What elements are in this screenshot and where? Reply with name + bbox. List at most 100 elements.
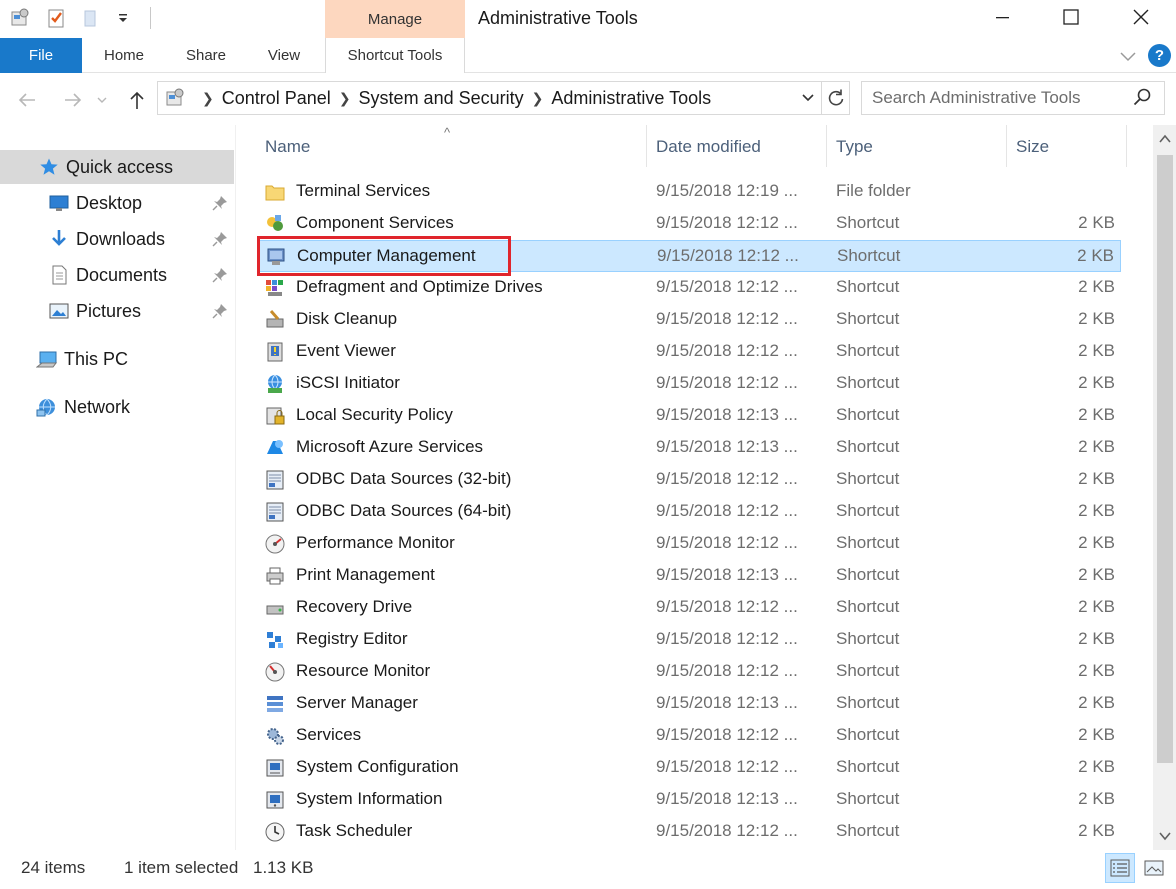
close-button[interactable]	[1118, 0, 1164, 34]
column-divider[interactable]	[646, 125, 647, 167]
desktop-icon	[48, 192, 70, 214]
breadcrumb-chevron-icon[interactable]: ❯	[532, 90, 544, 107]
file-row[interactable]: Resource Monitor 9/15/2018 12:12 ... Short…	[258, 656, 1121, 688]
file-row[interactable]: Microsoft Azure Services 9/15/2018 12:13 …	[258, 432, 1121, 464]
nav-this-pc[interactable]: This PC	[0, 342, 234, 376]
breadcrumb-administrative-tools[interactable]: Administrative Tools	[551, 88, 711, 109]
column-header-date-modified[interactable]: Date modified	[656, 125, 761, 169]
control-panel-icon[interactable]	[8, 6, 32, 30]
file-row[interactable]: Print Management 9/15/2018 12:13 ... Short…	[258, 560, 1121, 592]
tab-share[interactable]: Share	[176, 38, 236, 73]
large-icons-view-button[interactable]	[1139, 853, 1169, 883]
file-row[interactable]: System Information 9/15/2018 12:13 ... Sho…	[258, 784, 1121, 816]
file-date-modified: 9/15/2018 12:12 ...	[656, 373, 798, 392]
system-information-icon	[264, 789, 286, 811]
file-type: Shortcut	[836, 597, 900, 616]
nav-item-pictures[interactable]: Pictures	[0, 294, 234, 328]
tab-file[interactable]: File	[0, 38, 82, 73]
file-date-modified: 9/15/2018 12:12 ...	[656, 597, 798, 616]
properties-icon[interactable]	[44, 6, 68, 30]
column-header-size[interactable]: Size	[1016, 125, 1049, 169]
file-row[interactable]: Terminal Services 9/15/2018 12:19 ... File…	[258, 176, 1121, 208]
pin-icon[interactable]	[212, 231, 228, 247]
scroll-up-arrow-icon[interactable]	[1157, 131, 1173, 147]
file-row[interactable]: Event Viewer 9/15/2018 12:12 ... Shortcut 2…	[258, 336, 1121, 368]
customize-toolbar-chevron-icon[interactable]	[116, 6, 130, 30]
file-name: iSCSI Initiator	[296, 373, 400, 392]
file-type: Shortcut	[836, 373, 900, 392]
vertical-scrollbar[interactable]	[1153, 125, 1176, 850]
breadcrumb-chevron-icon[interactable]: ❯	[339, 90, 351, 107]
address-bar[interactable]: ❯ Control Panel ❯ System and Security ❯ …	[157, 81, 822, 115]
file-row[interactable]: Local Security Policy 9/15/2018 12:13 ...…	[258, 400, 1121, 432]
file-row[interactable]: Component Services 9/15/2018 12:12 ... Sho…	[258, 208, 1121, 240]
tab-manage[interactable]: Manage	[325, 0, 465, 38]
event-viewer-icon	[264, 341, 286, 363]
recent-locations-chevron-icon[interactable]	[94, 87, 110, 113]
file-size: 2 KB	[1078, 373, 1115, 392]
file-row[interactable]: Recovery Drive 9/15/2018 12:12 ... Shortcu…	[258, 592, 1121, 624]
file-size: 2 KB	[1078, 437, 1115, 456]
nav-item-downloads[interactable]: Downloads	[0, 222, 234, 256]
selection-size: 1.13 KB	[253, 858, 314, 877]
column-divider[interactable]	[1006, 125, 1007, 167]
scroll-down-arrow-icon[interactable]	[1157, 828, 1173, 844]
file-list: ^ Name Date modified Type Size Terminal …	[236, 125, 1153, 850]
maximize-button[interactable]	[1048, 0, 1094, 34]
nav-item-desktop[interactable]: Desktop	[0, 186, 234, 220]
new-folder-icon[interactable]	[80, 6, 104, 30]
computer-icon	[36, 348, 58, 370]
column-divider[interactable]	[1126, 125, 1127, 167]
azure-icon	[264, 437, 286, 459]
file-row[interactable]: ODBC Data Sources (64-bit) 9/15/2018 12:1…	[258, 496, 1121, 528]
nav-item-documents[interactable]: Documents	[0, 258, 234, 292]
search-input[interactable]: Search Administrative Tools	[861, 81, 1165, 115]
file-row[interactable]: Defragment and Optimize Drives 9/15/2018 …	[258, 272, 1121, 304]
pin-icon[interactable]	[212, 267, 228, 283]
forward-arrow-icon[interactable]	[60, 87, 86, 113]
file-date-modified: 9/15/2018 12:12 ...	[656, 341, 798, 360]
nav-quick-access[interactable]: Quick access	[0, 150, 234, 184]
expand-ribbon-chevron-icon[interactable]	[1118, 46, 1140, 66]
file-row[interactable]: Computer Management 9/15/2018 12:12 ... Sh…	[258, 240, 1121, 272]
file-row[interactable]: iSCSI Initiator 9/15/2018 12:12 ... Shortc…	[258, 368, 1121, 400]
back-arrow-icon[interactable]	[14, 87, 40, 113]
file-date-modified: 9/15/2018 12:13 ...	[656, 565, 798, 584]
refresh-button[interactable]	[822, 81, 850, 115]
file-row[interactable]: ODBC Data Sources (32-bit) 9/15/2018 12:1…	[258, 464, 1121, 496]
nav-network[interactable]: Network	[0, 390, 234, 424]
file-row[interactable]: Services 9/15/2018 12:12 ... Shortcut 2 KB	[258, 720, 1121, 752]
details-view-icon	[1110, 859, 1130, 877]
file-row[interactable]: Disk Cleanup 9/15/2018 12:12 ... Shortcut 2…	[258, 304, 1121, 336]
file-type: Shortcut	[836, 469, 900, 488]
address-history-chevron-icon[interactable]	[795, 82, 821, 114]
column-header-name[interactable]: Name	[265, 125, 310, 169]
breadcrumb-control-panel[interactable]: Control Panel	[222, 88, 331, 109]
pin-icon[interactable]	[212, 195, 228, 211]
file-row[interactable]: System Configuration 9/15/2018 12:12 ... S…	[258, 752, 1121, 784]
iscsi-icon	[264, 373, 286, 395]
breadcrumb-system-and-security[interactable]: System and Security	[359, 88, 524, 109]
minimize-button[interactable]	[980, 0, 1026, 34]
file-size: 2 KB	[1078, 501, 1115, 520]
tab-view[interactable]: View	[256, 38, 312, 73]
up-arrow-icon[interactable]	[124, 87, 150, 113]
maximize-icon	[1063, 9, 1079, 25]
file-row[interactable]: Task Scheduler 9/15/2018 12:12 ... Shortcu…	[258, 816, 1121, 848]
search-icon[interactable]	[1132, 87, 1154, 109]
file-row[interactable]: Registry Editor 9/15/2018 12:12 ... Shortc…	[258, 624, 1121, 656]
pin-icon[interactable]	[212, 303, 228, 319]
file-date-modified: 9/15/2018 12:13 ...	[656, 437, 798, 456]
help-icon[interactable]: ?	[1148, 44, 1171, 67]
column-header-type[interactable]: Type	[836, 125, 873, 169]
disk-cleanup-icon	[264, 309, 286, 331]
column-divider[interactable]	[826, 125, 827, 167]
file-row[interactable]: Server Manager 9/15/2018 12:13 ... Shortcu…	[258, 688, 1121, 720]
file-row[interactable]: Performance Monitor 9/15/2018 12:12 ... Sh…	[258, 528, 1121, 560]
file-date-modified: 9/15/2018 12:19 ...	[656, 181, 798, 200]
breadcrumb-chevron-icon[interactable]: ❯	[202, 90, 214, 107]
scrollbar-thumb[interactable]	[1157, 155, 1173, 763]
details-view-button[interactable]	[1105, 853, 1135, 883]
tab-home[interactable]: Home	[92, 38, 156, 73]
tab-shortcut-tools[interactable]: Shortcut Tools	[325, 38, 465, 73]
